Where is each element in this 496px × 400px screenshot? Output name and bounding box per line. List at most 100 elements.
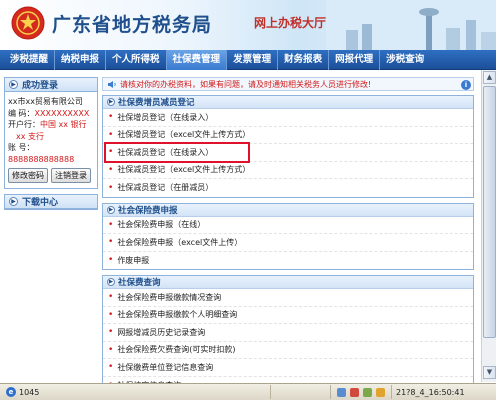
main-content: 请核对你的办税资料，如果有问题，请及时通知相关税务人员进行修改! i ▶ 社保费… xyxy=(102,77,474,400)
bullet-icon: • xyxy=(108,309,114,320)
arrow-circle-icon: ▶ xyxy=(107,205,115,214)
info-icon: i xyxy=(461,80,471,90)
section-filing: ▶ 社会保险费申报 • 社会保险费申报（在线） • 社会保险费申报（excel文件上… xyxy=(102,202,474,270)
section-header: ▶ 社保费增员减员登记 xyxy=(103,96,473,109)
company-name: xx市xx贸易有限公司 xyxy=(8,97,83,106)
bank-branch-value: xx 支行 xyxy=(16,131,45,141)
status-time: 21?8_4_16:50:41 xyxy=(396,387,465,397)
item-label: 网报增减员历史记录查询 xyxy=(117,327,206,337)
scroll-down-arrow-icon[interactable]: ▼ xyxy=(483,366,496,379)
network-icon xyxy=(337,387,346,397)
login-info: xx市xx贸易有限公司 编 码：XXXXXXXXXX 开户行：中国 xx 银行 … xyxy=(5,92,97,188)
nav-item-financial-reports[interactable]: 财务报表 xyxy=(278,49,330,70)
main-nav: 涉税提醒 纳税申报 个人所得税 社保费管理 发票管理 财务报表 网报代理 涉税查… xyxy=(0,49,496,70)
list-item[interactable]: • 网报增减员历史记录查询 xyxy=(103,324,473,342)
login-box-header: ▶ 成功登录 xyxy=(5,78,97,92)
list-item[interactable]: • 作废申报 xyxy=(103,252,473,270)
nav-item-agent[interactable]: 网报代理 xyxy=(329,49,381,70)
item-label: 社保减员登记（在册减员） xyxy=(117,183,214,193)
tax-emblem-icon xyxy=(11,6,45,40)
scroll-thumb[interactable] xyxy=(483,86,496,338)
bullet-icon: • xyxy=(108,147,114,158)
login-title: 成功登录 xyxy=(22,81,59,91)
bullet-icon: • xyxy=(108,182,114,193)
nav-item-tax-filing[interactable]: 纳税申报 xyxy=(55,49,107,70)
volume-icon xyxy=(363,387,372,397)
item-label: 社会保险费申报（在线） xyxy=(117,220,206,230)
scroll-up-arrow-icon[interactable]: ▲ xyxy=(483,71,496,84)
item-label: 社会保险费申报（excel文件上传） xyxy=(117,237,243,247)
logout-button[interactable]: 注销登录 xyxy=(51,168,91,183)
list-item[interactable]: • 社会保险费欠费查询(可实时扣款) xyxy=(103,342,473,359)
bullet-icon: • xyxy=(108,112,114,123)
bullet-icon: • xyxy=(108,164,114,175)
item-label: 社保增员登记（在线录入） xyxy=(117,112,214,122)
bullet-icon: • xyxy=(108,237,114,248)
list-item-highlighted[interactable]: • 社保减员登记（在线录入） xyxy=(103,142,473,163)
shield-icon xyxy=(350,387,359,397)
list-item[interactable]: • 社保减员登记（excel文件上传方式） xyxy=(103,162,473,179)
nav-item-income-tax[interactable]: 个人所得税 xyxy=(106,49,167,70)
section-header: ▶ 社会保险费申报 xyxy=(103,203,473,217)
nav-item-invoice[interactable]: 发票管理 xyxy=(227,49,279,70)
section-query: ▶ 社保费查询 • 社会保险费申报缴款情况查询 • 社会保险费申报缴款个人明细查询 … xyxy=(102,275,474,395)
status-segment xyxy=(270,385,330,399)
item-label: 社会保险费申报缴款情况查询 xyxy=(117,292,222,302)
status-time-area: 21?8_4_16:50:41 xyxy=(391,385,469,399)
nav-item-tax-query[interactable]: 涉税查询 xyxy=(380,50,430,70)
bullet-icon: • xyxy=(108,362,114,373)
speaker-icon xyxy=(108,80,116,88)
item-label: 社会保险费申报缴款个人明细查询 xyxy=(117,310,238,320)
code-label: 编 码： xyxy=(8,108,35,118)
nav-item-tax-reminder[interactable]: 涉税提醒 xyxy=(4,49,56,70)
download-box: ▶ 下载中心 xyxy=(4,194,98,210)
list-item[interactable]: • 社会保险费申报缴款情况查询 xyxy=(103,289,473,307)
arrow-circle-icon: ▶ xyxy=(107,98,115,106)
bullet-icon: • xyxy=(108,327,114,338)
section-title: 社会保险费申报 xyxy=(118,205,178,216)
bank-value: 中国 xx 银行 xyxy=(40,120,87,129)
header-banner: 广东省地方税务局 网上办税大厅 xyxy=(0,0,496,50)
bullet-icon: • xyxy=(108,129,114,140)
status-count-area: e 1045 xyxy=(0,387,270,397)
item-label: 社会保险费欠费查询(可实时扣款) xyxy=(117,345,236,355)
bullet-icon: • xyxy=(108,292,114,303)
change-password-button[interactable]: 修改密码 xyxy=(8,168,48,183)
login-box: ▶ 成功登录 xx市xx贸易有限公司 编 码：XXXXXXXXXX 开户行：中国… xyxy=(4,77,98,189)
list-item[interactable]: • 社保缴费单位登记信息查询 xyxy=(103,359,473,377)
nav-item-social-security[interactable]: 社保费管理 xyxy=(166,49,228,70)
list-item[interactable]: • 社保减员登记（在册减员） xyxy=(103,179,473,197)
notice-bar: 请核对你的办税资料，如果有问题，请及时通知相关税务人员进行修改! i xyxy=(102,77,474,91)
section-register: ▶ 社保费增员减员登记 • 社保增员登记（在线录入） • 社保增员登记（excel文… xyxy=(102,95,474,198)
left-panel: ▶ 成功登录 xx市xx贸易有限公司 编 码：XXXXXXXXXX 开户行：中国… xyxy=(4,77,98,215)
status-bar: e 1045 21?8_4_16:50:41 xyxy=(0,383,496,400)
code-value: XXXXXXXXXX xyxy=(34,108,90,118)
download-center-header[interactable]: ▶ 下载中心 xyxy=(5,195,97,209)
bullet-icon: • xyxy=(108,255,114,266)
account-value: 8888888888888 xyxy=(8,154,75,164)
list-item[interactable]: • 社会保险费申报（excel文件上传） xyxy=(103,234,473,252)
list-item[interactable]: • 社保增员登记（在线录入） xyxy=(103,109,473,127)
section-title: 社保费查询 xyxy=(118,278,161,288)
item-label: 社保减员登记（在线录入） xyxy=(117,147,214,157)
skyline-graphic xyxy=(326,0,496,50)
item-label: 社保增员登记（excel文件上传方式） xyxy=(117,130,251,140)
site-title: 广东省地方税务局 xyxy=(52,14,213,36)
arrow-circle-icon: ▶ xyxy=(107,278,115,286)
list-item[interactable]: • 社会保险费申报（在线） xyxy=(103,217,473,234)
bank-label: 开户行： xyxy=(8,120,40,129)
list-item[interactable]: • 社保增员登记（excel文件上传方式） xyxy=(103,127,473,144)
download-title: 下载中心 xyxy=(22,198,59,208)
update-icon xyxy=(376,387,385,397)
list-item[interactable]: • 社会保险费申报缴款个人明细查询 xyxy=(103,307,473,324)
vertical-scrollbar[interactable]: ▲ ▼ xyxy=(481,70,496,382)
site-subtitle: 网上办税大厅 xyxy=(254,16,327,30)
item-label: 社保缴费单位登记信息查询 xyxy=(117,362,214,372)
item-label: 社保减员登记（excel文件上传方式） xyxy=(117,165,251,175)
section-header: ▶ 社保费查询 xyxy=(103,276,473,289)
bullet-icon: • xyxy=(108,344,114,355)
notice-text: 请核对你的办税资料，如果有问题，请及时通知相关税务人员进行修改! xyxy=(120,79,372,89)
bullet-icon: • xyxy=(108,219,114,230)
item-label: 作废申报 xyxy=(117,255,150,265)
arrow-circle-icon: ▶ xyxy=(9,197,18,206)
